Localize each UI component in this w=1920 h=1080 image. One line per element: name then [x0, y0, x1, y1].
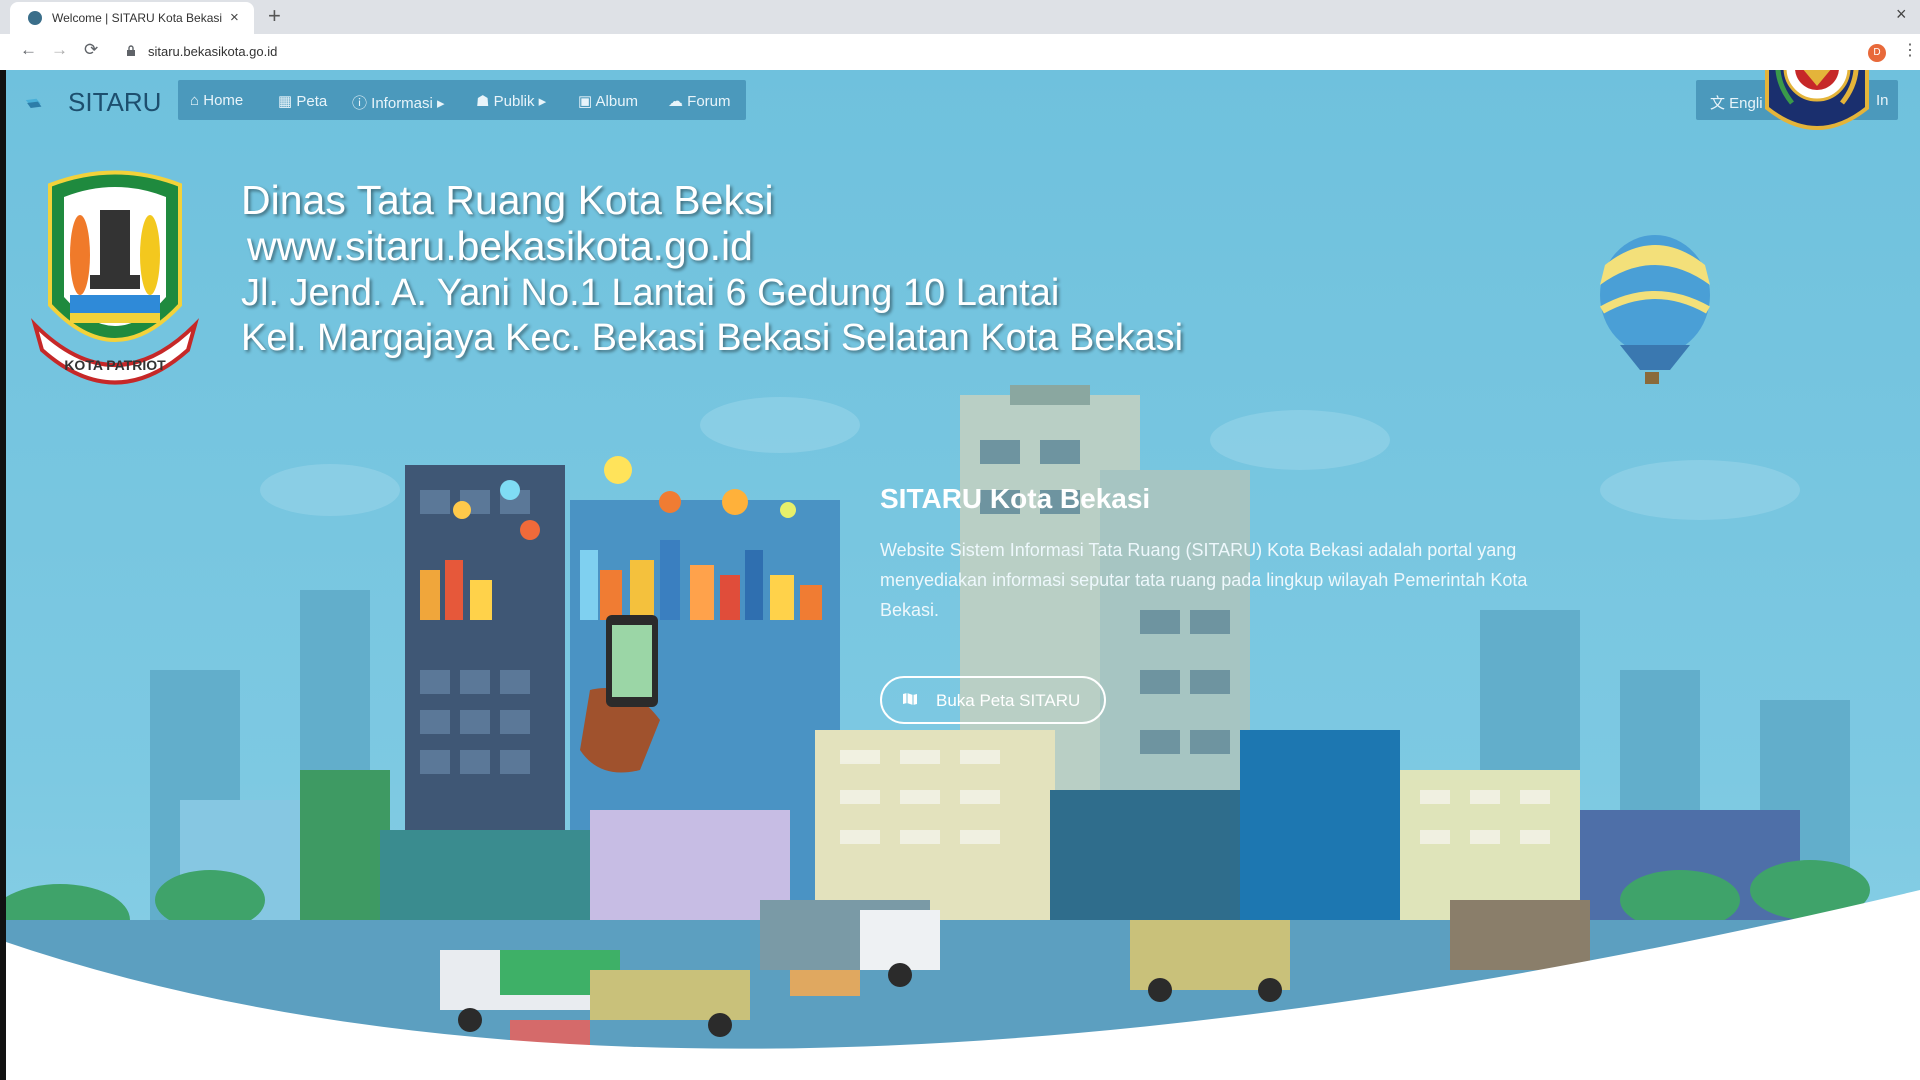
nav-item-peta[interactable]: ▦ Peta — [278, 92, 327, 110]
screen: Welcome | SITARU Kota Bekasi × + × ← → ⟳… — [0, 0, 1920, 1080]
tab-title: Welcome | SITARU Kota Bekasi — [52, 11, 223, 25]
nav-item-informasi-label: Informasi — [371, 95, 433, 112]
header-address-2: Kel. Margajaya Kec. Bekasi Bekasi Selata… — [241, 317, 1184, 359]
caret-right-icon: ▸ — [534, 93, 547, 110]
kemendagri-emblem — [1765, 70, 1869, 130]
caret-right-icon: ▸ — [432, 95, 445, 112]
screen-left-edge — [0, 70, 6, 1080]
tab-close-icon[interactable]: × — [230, 9, 239, 26]
nav-item-publik[interactable]: ☗ Publik ▸ — [476, 92, 546, 110]
open-map-button-label: Buka Peta SITARU — [936, 691, 1081, 710]
browser-tabstrip: Welcome | SITARU Kota Bekasi × + × — [0, 0, 1920, 34]
main-navigation: ⌂ Home ▦ Peta ⓘ Informasi ▸ ☗ Publik ▸ ▣… — [178, 80, 746, 120]
header-website: www.sitaru.bekasikota.go.id — [247, 223, 753, 269]
browser-toolbar: ← → ⟳ sitaru.bekasikota.go.id D ⋮ — [0, 34, 1920, 71]
new-tab-button[interactable]: + — [268, 3, 281, 29]
nav-item-forum[interactable]: ☁ Forum — [668, 92, 731, 110]
image-icon: ▣ — [578, 93, 596, 110]
reload-icon[interactable]: ⟳ — [84, 40, 98, 60]
language-label: 文 Engli — [1710, 92, 1763, 113]
nav-item-publik-label: Publik — [493, 93, 535, 110]
back-icon[interactable]: ← — [20, 40, 37, 60]
nav-item-home[interactable]: ⌂ Home — [190, 92, 243, 109]
language-text: Engli — [1729, 95, 1763, 112]
forum-icon: ☁ — [668, 93, 688, 110]
emblem-motto: KOTA PATRIOT — [64, 357, 166, 373]
lock-icon — [127, 45, 135, 56]
nav-item-album[interactable]: ▣ Album — [578, 92, 638, 110]
header-agency-name: Dinas Tata Ruang Kota Beksi — [241, 177, 774, 223]
info-icon: ⓘ — [352, 95, 372, 112]
nav-item-album-label: Album — [595, 93, 639, 110]
login-label[interactable]: In — [1876, 92, 1889, 109]
profile-avatar[interactable]: D — [1868, 44, 1886, 62]
browser-menu-icon[interactable]: ⋮ — [1902, 40, 1918, 60]
address-bar[interactable]: sitaru.bekasikota.go.id — [148, 44, 277, 59]
hero-title: SITARU Kota Bekasi — [880, 483, 1151, 514]
favicon-icon — [28, 11, 42, 25]
nav-item-forum-label: Forum — [687, 93, 731, 110]
header-address-1: Jl. Jend. A. Yani No.1 Lantai 6 Gedung 1… — [241, 272, 1060, 314]
map-icon — [903, 693, 917, 705]
users-icon: ☗ — [476, 93, 494, 110]
nav-item-peta-label: Peta — [296, 93, 328, 110]
kota-bekasi-emblem: KOTA PATRIOT — [31, 170, 199, 385]
open-map-button[interactable]: Buka Peta SITARU — [880, 676, 1106, 724]
browser-tab[interactable]: Welcome | SITARU Kota Bekasi × — [10, 2, 254, 34]
home-icon: ⌂ — [190, 92, 204, 109]
page-content: SITARU ⌂ Home ▦ Peta ⓘ Informasi ▸ ☗ Pub… — [0, 70, 1920, 1080]
translate-icon: 文 — [1710, 95, 1730, 112]
hero-description: Website Sistem Informasi Tata Ruang (SIT… — [880, 540, 1528, 620]
nav-item-home-label: Home — [203, 92, 244, 109]
map-icon: ▦ — [278, 93, 297, 110]
nav-item-informasi[interactable]: ⓘ Informasi ▸ — [352, 92, 445, 113]
window-close-button[interactable]: × — [1896, 4, 1907, 25]
forward-icon[interactable]: → — [51, 40, 68, 60]
sitaru-logo-text[interactable]: SITARU — [68, 87, 161, 118]
